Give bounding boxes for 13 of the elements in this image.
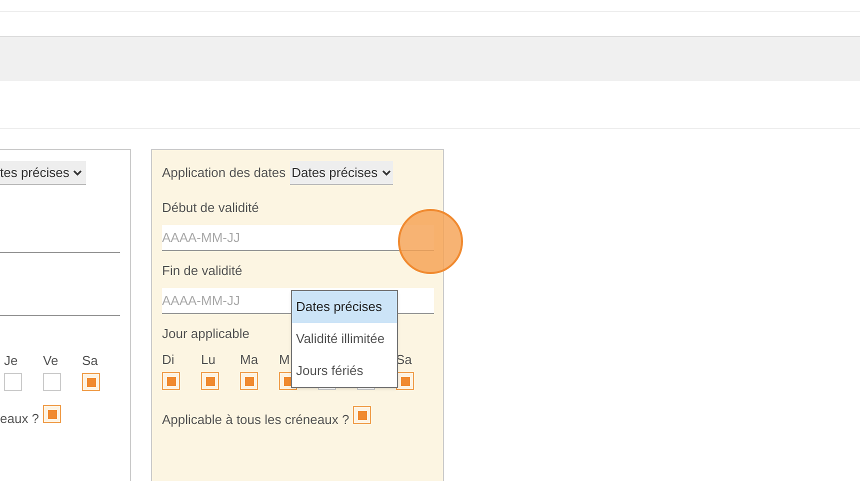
all-slots-label: Applicable à tous les créneaux ?	[162, 411, 350, 429]
day-label: Sa	[82, 353, 98, 368]
day-label: Je	[4, 353, 18, 368]
field-label: Jour applicable	[162, 326, 250, 341]
field-label: Début de validité	[162, 200, 260, 215]
all-slots-label: eaux ?	[0, 410, 40, 428]
day-label: Di	[162, 352, 174, 367]
field-label: Fin de validité	[162, 263, 244, 278]
application-label: Application des dates	[162, 164, 286, 182]
day-label: M	[279, 352, 290, 367]
day-label: Lu	[201, 352, 216, 367]
day-label: Ma	[240, 352, 258, 367]
day-label: Ve	[43, 353, 58, 368]
